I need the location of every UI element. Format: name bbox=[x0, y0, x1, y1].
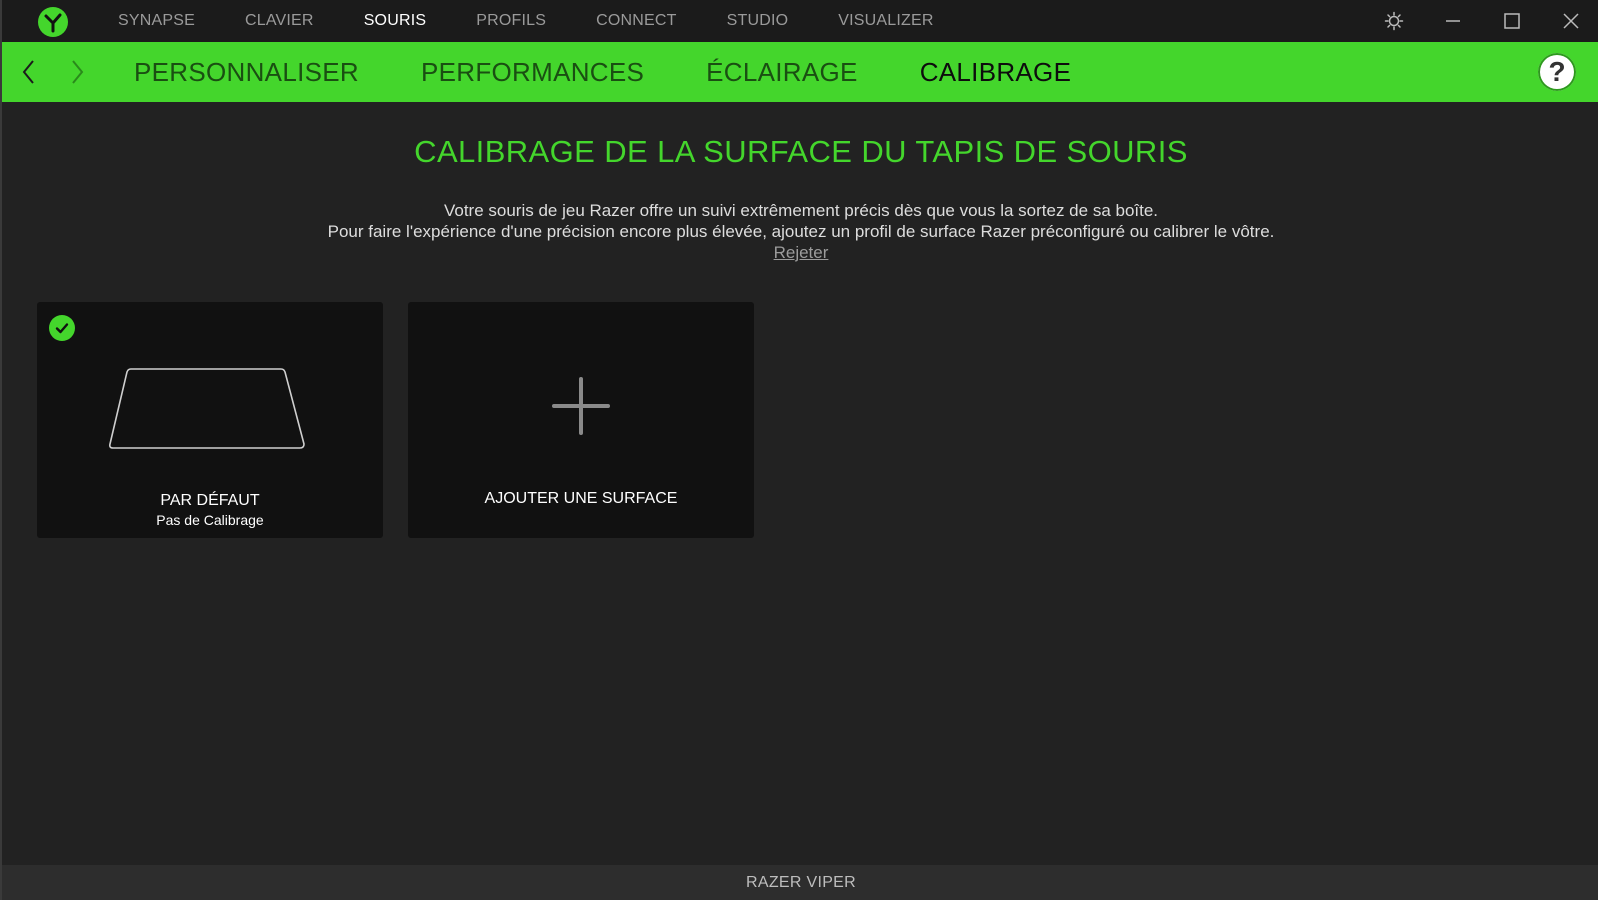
tab-calibrage[interactable]: CALIBRAGE bbox=[920, 57, 1072, 88]
card-title: AJOUTER UNE SURFACE bbox=[484, 490, 678, 507]
tab-synapse[interactable]: SYNAPSE bbox=[118, 12, 195, 30]
tab-eclairage[interactable]: ÉCLAIRAGE bbox=[706, 57, 858, 88]
sub-nav: PERSONNALISER PERFORMANCES ÉCLAIRAGE CAL… bbox=[134, 42, 1133, 102]
add-surface-card[interactable]: AJOUTER UNE SURFACE bbox=[408, 302, 754, 538]
chevron-left-icon bbox=[22, 60, 34, 84]
card-subtitle: Pas de Calibrage bbox=[156, 512, 264, 528]
tab-personnaliser[interactable]: PERSONNALISER bbox=[134, 57, 359, 88]
forward-button[interactable] bbox=[62, 56, 92, 88]
title-bar: SYNAPSE CLAVIER SOURIS PROFILS CONNECT S… bbox=[2, 0, 1598, 42]
razer-synapse-window: SYNAPSE CLAVIER SOURIS PROFILS CONNECT S… bbox=[0, 0, 1598, 900]
reject-row: Rejeter bbox=[2, 243, 1598, 263]
tab-souris[interactable]: SOURIS bbox=[364, 12, 427, 30]
window-controls bbox=[1364, 0, 1598, 42]
reject-link[interactable]: Rejeter bbox=[774, 243, 829, 262]
tab-performances[interactable]: PERFORMANCES bbox=[421, 57, 644, 88]
close-icon bbox=[1562, 13, 1579, 29]
description-line-1: Votre souris de jeu Razer offre un suivi… bbox=[443, 201, 1159, 220]
sub-nav-bar: PERSONNALISER PERFORMANCES ÉCLAIRAGE CAL… bbox=[2, 42, 1598, 102]
help-icon: ? bbox=[1548, 56, 1566, 87]
plus-icon bbox=[552, 377, 610, 435]
card-title: PAR DÉFAUT bbox=[160, 492, 260, 509]
surface-card-default[interactable]: PAR DÉFAUT Pas de Calibrage bbox=[37, 302, 383, 538]
close-button[interactable] bbox=[1541, 0, 1598, 42]
tab-clavier[interactable]: CLAVIER bbox=[245, 12, 314, 30]
tab-profils[interactable]: PROFILS bbox=[476, 12, 546, 30]
check-icon bbox=[49, 315, 75, 341]
minimize-button[interactable] bbox=[1423, 0, 1482, 42]
back-button[interactable] bbox=[14, 56, 44, 88]
maximize-icon bbox=[1503, 13, 1520, 29]
mousepad-icon bbox=[109, 368, 305, 449]
settings-button[interactable] bbox=[1364, 0, 1423, 42]
tab-studio[interactable]: STUDIO bbox=[727, 12, 789, 30]
device-name: RAZER VIPER bbox=[746, 873, 856, 891]
razer-logo-icon[interactable] bbox=[38, 7, 68, 37]
description-line-2: Pour faire l'expérience d'une précision … bbox=[327, 222, 1275, 241]
main-nav: SYNAPSE CLAVIER SOURIS PROFILS CONNECT S… bbox=[118, 0, 984, 42]
help-button[interactable]: ? bbox=[1538, 53, 1576, 91]
device-footer: RAZER VIPER bbox=[2, 865, 1598, 900]
settings-icon bbox=[1384, 11, 1403, 31]
tab-visualizer[interactable]: VISUALIZER bbox=[838, 12, 933, 30]
page-title: CALIBRAGE DE LA SURFACE DU TAPIS DE SOUR… bbox=[414, 134, 1188, 169]
tab-connect[interactable]: CONNECT bbox=[596, 12, 677, 30]
maximize-button[interactable] bbox=[1482, 0, 1541, 42]
minimize-icon bbox=[1445, 20, 1460, 22]
chevron-right-icon bbox=[72, 60, 84, 84]
